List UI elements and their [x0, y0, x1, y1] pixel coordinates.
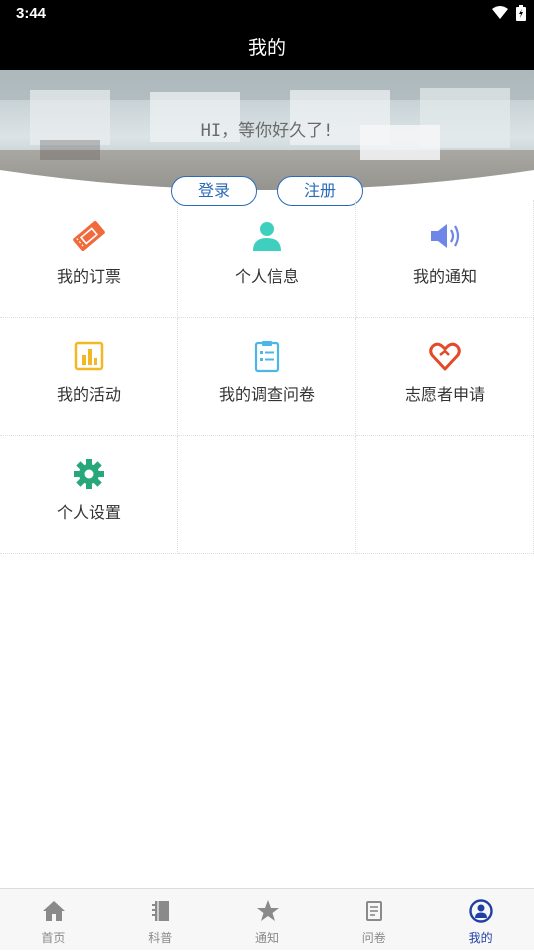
tab-science[interactable]: 科普 — [107, 889, 214, 951]
menu-item-label: 我的订票 — [56, 267, 121, 286]
empty-cell — [178, 436, 356, 554]
status-time: 3:44 — [16, 5, 47, 22]
tab-label: 通知 — [254, 931, 279, 945]
menu-item-my-tickets[interactable]: 我的订票 — [0, 200, 178, 318]
menu-item-label: 我的调查问卷 — [218, 385, 315, 404]
menu-item-label: 我的通知 — [412, 267, 477, 286]
greeting-text: HI，等你好久了! — [200, 121, 334, 141]
chart-icon — [74, 341, 104, 371]
tab-label: 首页 — [41, 931, 66, 945]
tab-mine[interactable]: 我的 — [427, 889, 534, 951]
title-bar: 我的 — [0, 27, 534, 70]
status-bar: 3:44 — [0, 0, 534, 27]
menu-item-personal-info[interactable]: 个人信息 — [178, 200, 356, 318]
book-icon — [151, 901, 169, 921]
menu-item-my-surveys[interactable]: 我的调查问卷 — [178, 318, 356, 436]
tab-notifications[interactable]: 通知 — [214, 889, 321, 951]
speaker-icon — [431, 224, 460, 248]
tab-label: 问卷 — [361, 931, 386, 945]
tab-label: 科普 — [148, 931, 173, 945]
menu-item-label: 个人设置 — [56, 503, 121, 522]
gear-icon — [74, 459, 104, 489]
menu-item-my-notifications[interactable]: 我的通知 — [356, 200, 534, 318]
tab-home[interactable]: 首页 — [0, 889, 107, 951]
menu-item-volunteer-application[interactable]: 志愿者申请 — [356, 318, 534, 436]
document-icon — [366, 901, 383, 921]
heart-icon — [429, 342, 461, 371]
menu-item-my-activities[interactable]: 我的活动 — [0, 318, 178, 436]
menu-item-label: 志愿者申请 — [404, 385, 485, 404]
ticket-icon — [73, 221, 105, 251]
menu-item-personal-settings[interactable]: 个人设置 — [0, 436, 178, 554]
menu-item-label: 我的活动 — [56, 385, 121, 404]
battery-icon — [516, 5, 526, 21]
wifi-icon — [492, 6, 508, 19]
user-circle-icon — [469, 899, 493, 923]
person-icon — [253, 222, 281, 251]
menu-item-label: 个人信息 — [234, 267, 299, 286]
bottom-tab-bar: 首页 科普 通知 问卷 我的 — [0, 888, 534, 950]
home-icon — [43, 901, 65, 921]
tab-label: 我的 — [468, 931, 493, 945]
tab-surveys[interactable]: 问卷 — [320, 889, 427, 951]
clipboard-icon — [254, 341, 280, 373]
empty-cell — [356, 436, 534, 554]
star-icon — [256, 900, 279, 921]
page-title: 我的 — [247, 37, 286, 59]
